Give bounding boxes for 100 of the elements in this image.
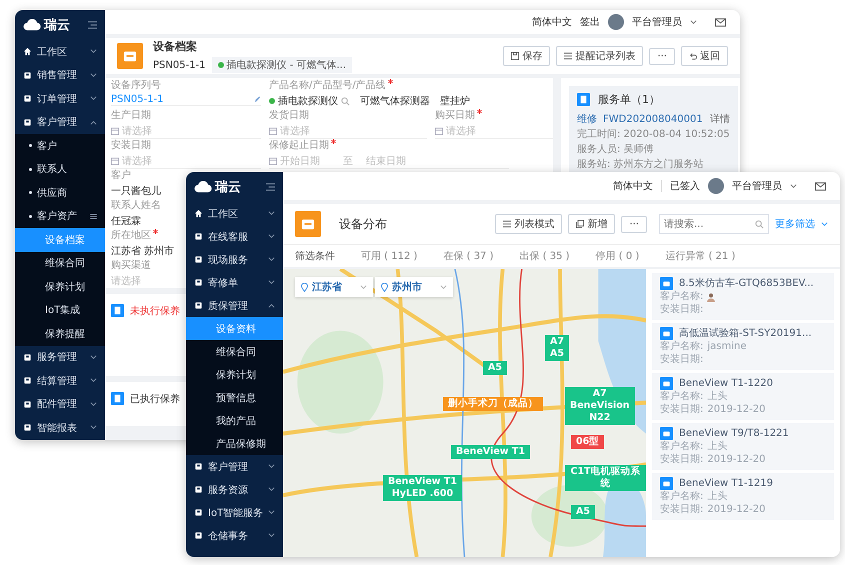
search-field[interactable]: 请搜索... [659, 214, 769, 234]
details-link[interactable]: 详情 [710, 112, 730, 126]
sidebar-item[interactable]: 预警信息 [186, 386, 283, 409]
device-card[interactable]: 8.5米仿古车-GTQ6853BEV... 客户名称: 安装日期: [652, 273, 834, 320]
city-dropdown[interactable]: 苏州市 [375, 277, 453, 297]
sidebar-item[interactable]: 订单管理 [15, 87, 105, 110]
user-name[interactable]: 平台管理员 [632, 15, 682, 29]
filter-option[interactable]: 在保 ( 37 ) [443, 249, 494, 263]
user-name[interactable]: 平台管理员 [732, 179, 782, 193]
service-detail: 完工时间: 2020-08-04 10:52:05 [577, 128, 730, 141]
sidebar-item[interactable]: 客户管理 [186, 455, 283, 478]
sidebar-item[interactable]: IoT智能服务 [186, 501, 283, 524]
sign-in-status[interactable]: 已签入 [670, 179, 700, 193]
box-icon [660, 427, 673, 440]
toolbar-button[interactable]: 保存 [503, 46, 550, 66]
filter-option[interactable]: 可用 ( 112 ) [361, 249, 418, 263]
field-label: 购买日期 [435, 108, 475, 122]
text-field[interactable]: 任冠霖 [111, 214, 141, 228]
toolbar-button[interactable]: ··· [621, 216, 647, 232]
toolbar-button[interactable]: 列表模式 [495, 214, 562, 234]
sidebar-item[interactable]: 在线客服 [186, 225, 283, 248]
sidebar-item[interactable]: 配件管理 [15, 392, 105, 416]
chevron-icon [90, 96, 97, 102]
customer-label: 客户名称: [660, 491, 704, 503]
customer-name: jasmine [707, 341, 747, 353]
sidebar-item[interactable]: 客户资产 [15, 204, 105, 228]
sign-out-link[interactable]: 签出 [580, 15, 600, 29]
sidebar-item[interactable]: 现场服务 [186, 248, 283, 271]
filter-option[interactable]: 停用 ( 0 ) [596, 249, 640, 263]
device-card[interactable]: BeneView T1-1219 客户名称: 上头 安装日期: 2019-12-20 [652, 473, 834, 520]
chevron-icon [90, 402, 97, 407]
sidebar-item[interactable]: 服务资源 [186, 478, 283, 501]
chevron-icon [268, 510, 276, 515]
field-label: 设备序列号 [111, 78, 161, 92]
field-label: 客户 [111, 168, 131, 182]
filter-option[interactable]: 运行异常 ( 21 ) [665, 249, 736, 263]
sidebar-item[interactable]: 客户管理 [15, 110, 105, 134]
product-field[interactable]: 插电款探测仪 [269, 94, 350, 108]
chevron-icon [90, 425, 97, 430]
sidebar-item[interactable]: 产品保修期 [186, 432, 283, 455]
sidebar-item[interactable]: 维保合同 [186, 340, 283, 363]
sidebar-item[interactable]: 寄修单 [186, 271, 283, 294]
mail-icon[interactable] [715, 18, 726, 26]
mail-icon[interactable] [815, 182, 826, 190]
device-title: 高低温试验箱-ST-SY20191... [679, 328, 812, 340]
sidebar-item[interactable]: IoT集成 [15, 298, 105, 322]
sidebar-item[interactable]: 工作区 [15, 40, 105, 64]
toolbar-button[interactable]: 提醒记录列表 [556, 46, 644, 66]
calendar-icon [269, 156, 277, 164]
sidebar-item[interactable]: 服务管理 [15, 346, 105, 369]
sidebar-item[interactable]: 智能报表 [15, 416, 105, 440]
customer-label: 客户名称: [660, 441, 704, 453]
sidebar-item[interactable]: 客户 [15, 134, 105, 158]
field-label: 生产日期 [111, 108, 151, 122]
install-date: 2019-12-20 [707, 454, 766, 466]
sidebar-item[interactable]: 供应商 [15, 181, 105, 204]
language-link[interactable]: 简体中文 [532, 15, 572, 29]
bullet-icon [29, 214, 32, 218]
square-icon [23, 70, 32, 80]
device-card[interactable]: BeneView T9/T8-1221 客户名称: 上头 安装日期: 2019-12-20 [652, 423, 834, 470]
field-label: 安装日期 [111, 138, 151, 152]
customer-name: 上头 [707, 391, 728, 403]
filter-option[interactable]: 出保 ( 35 ) [520, 249, 570, 263]
sidebar-item[interactable]: 工作区 [186, 202, 283, 225]
device-card[interactable]: BeneView T1-1220 客户名称: 上头 安装日期: 2019-12-20 [652, 373, 834, 420]
province-dropdown[interactable]: 江苏省 [295, 277, 373, 297]
sidebar-item[interactable]: 联系人 [15, 158, 105, 181]
sidebar-item[interactable]: 仓储事务 [186, 524, 283, 547]
text-field[interactable]: 江苏省 苏州市 [111, 244, 174, 258]
avatar-icon[interactable] [608, 14, 624, 30]
sidebar-item[interactable]: 销售管理 [15, 64, 105, 87]
text-field[interactable]: 一只酱包儿 [111, 184, 161, 198]
logo-text: 瑞云 [215, 179, 241, 196]
sidebar-item[interactable]: 我的产品 [186, 409, 283, 432]
sidebar-item[interactable]: 保养计划 [15, 275, 105, 298]
sidebar-item[interactable]: 结算管理 [15, 369, 105, 392]
menu-icon[interactable] [88, 21, 97, 29]
language-link[interactable]: 简体中文 [613, 179, 653, 193]
sidebar-item[interactable]: 保养计划 [186, 363, 283, 386]
avatar-icon[interactable] [708, 178, 724, 194]
serial-number: PSN05-1-1 [153, 60, 206, 70]
logo-text: 瑞云 [44, 17, 70, 34]
product-field[interactable]: 可燃气体探测器 [360, 94, 430, 108]
chevron-icon [690, 20, 697, 24]
install-date-label: 安装日期: [660, 504, 704, 516]
install-date-label: 安装日期: [660, 354, 704, 366]
device-marker[interactable]: 06型 [571, 435, 604, 449]
box-icon [117, 43, 143, 69]
sidebar-item[interactable]: 质保管理 [186, 294, 283, 317]
menu-icon[interactable] [266, 183, 275, 191]
install-date-label: 安装日期: [660, 304, 704, 316]
sidebar-item[interactable]: 维保合同 [15, 252, 105, 275]
toolbar-button[interactable]: 返回 [681, 46, 728, 66]
device-card[interactable]: 高低温试验箱-ST-SY20191... 客户名称: jasmine 安装日期: [652, 323, 834, 370]
cloud-logo-icon [194, 181, 212, 193]
product-field[interactable]: 壁挂炉 [440, 94, 470, 108]
toolbar-button[interactable]: ··· [649, 48, 675, 64]
required-icon [477, 108, 482, 114]
sidebar-item[interactable]: 保养提醒 [15, 322, 105, 346]
toolbar-button[interactable]: 新增 [568, 214, 616, 234]
